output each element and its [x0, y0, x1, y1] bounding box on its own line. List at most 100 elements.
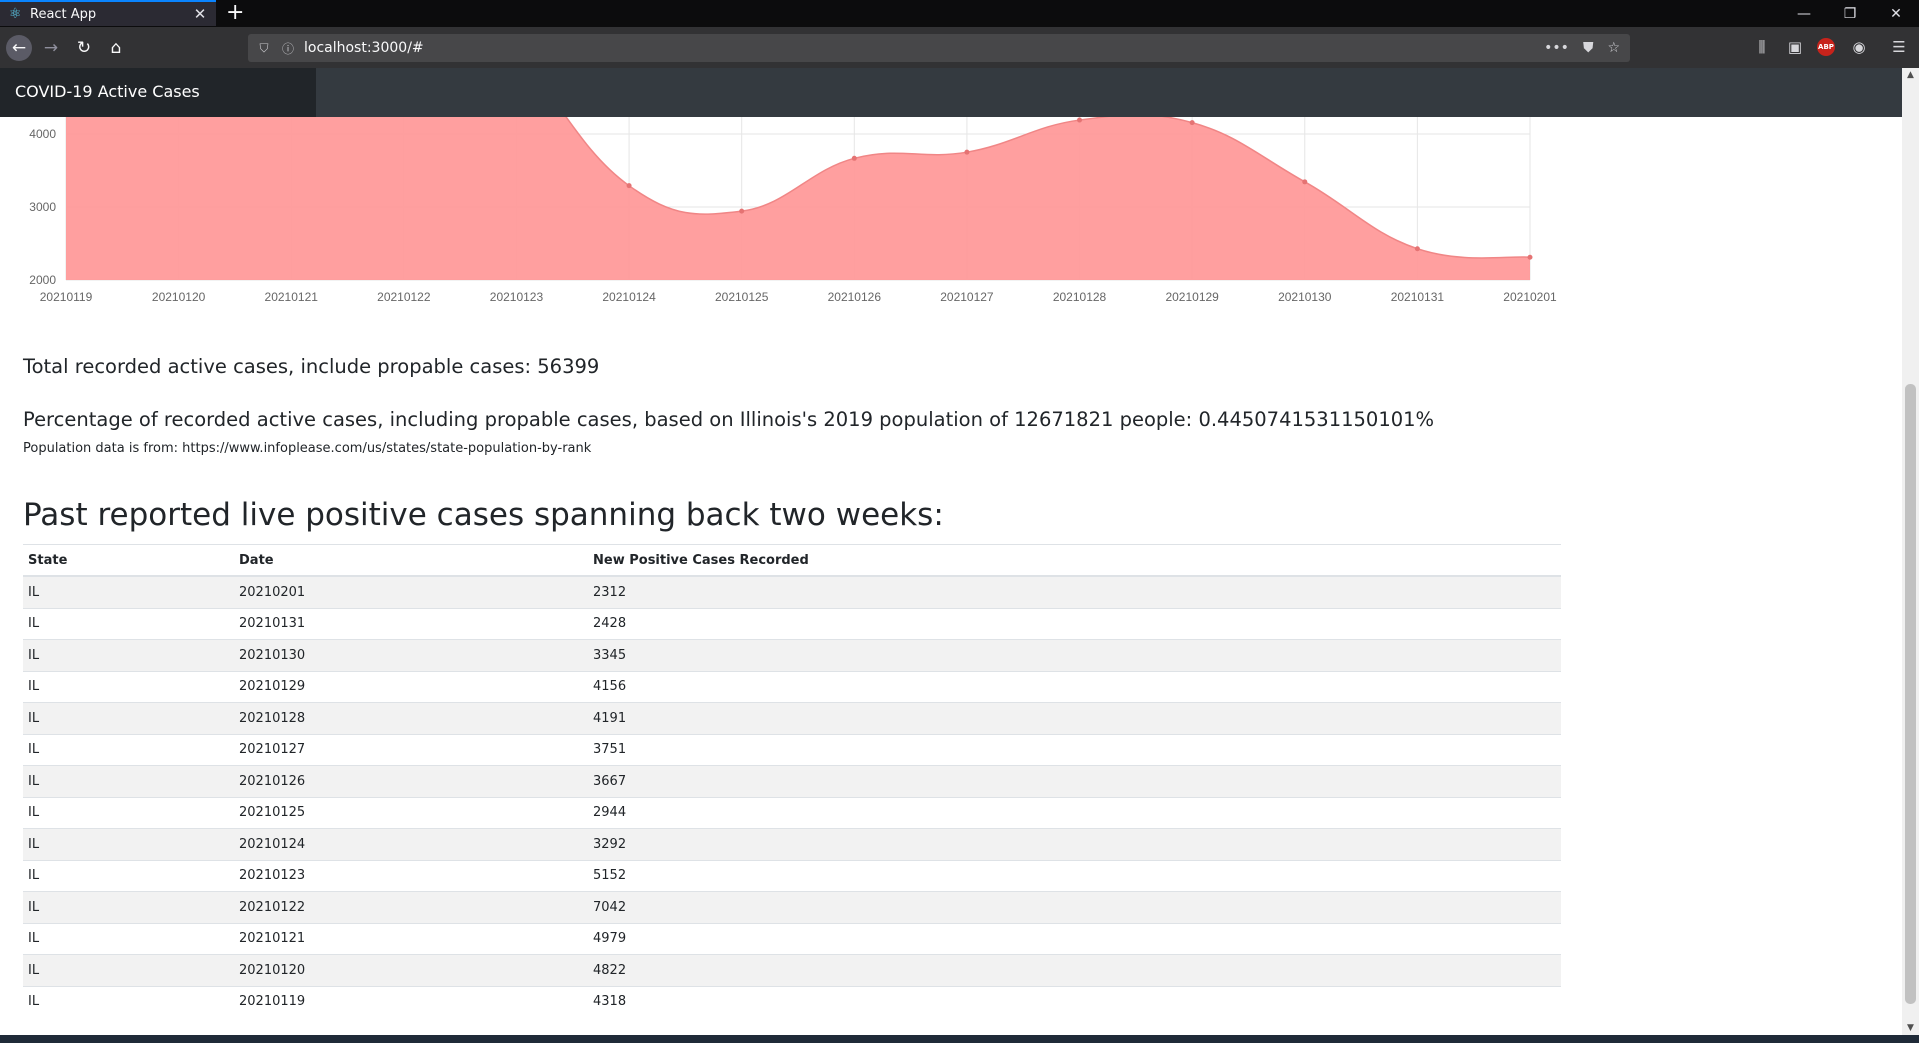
cell-new-cases: 3345 [588, 639, 1561, 671]
cell-date: 20210121 [234, 922, 588, 955]
y-tick-label: 4000 [29, 127, 56, 141]
total-cases-text: Total recorded active cases, include pro… [23, 355, 600, 378]
y-tick-label: 2000 [29, 273, 56, 287]
table-header-row: State Date New Positive Cases Recorded [23, 545, 1561, 577]
url-text[interactable]: localhost:3000/# [304, 40, 424, 56]
cell-state: IL [23, 828, 234, 860]
cell-date: 20210129 [234, 670, 588, 703]
cell-date: 20210120 [234, 954, 588, 986]
data-point[interactable] [1302, 179, 1308, 185]
x-tick-label: 20210119 [40, 290, 93, 304]
table-heading: Past reported live positive cases spanni… [23, 497, 944, 533]
table-row: IL 20210128 4191 [23, 702, 1561, 734]
cell-new-cases: 4318 [588, 985, 1561, 1017]
scroll-down-icon[interactable]: ▼ [1902, 1023, 1919, 1033]
new-tab-icon[interactable]: + [226, 1, 244, 25]
x-tick-label: 20210122 [377, 290, 431, 304]
page-actions-icon[interactable]: ••• [1544, 40, 1569, 56]
data-point[interactable] [1077, 117, 1083, 123]
menu-icon[interactable]: ☰ [1889, 37, 1909, 57]
browser-tab[interactable]: ⚛ React App ✕ [0, 0, 216, 26]
data-point[interactable] [851, 155, 857, 161]
cell-state: IL [23, 702, 234, 734]
close-tab-icon[interactable]: ✕ [192, 5, 208, 23]
data-point[interactable] [739, 208, 745, 214]
app-brand[interactable]: COVID-19 Active Cases [15, 82, 200, 101]
account-icon[interactable]: ◉ [1849, 37, 1869, 57]
pocket-icon[interactable]: ⛊ [1583, 40, 1594, 56]
cell-date: 20210130 [234, 639, 588, 671]
table-row: IL 20210120 4822 [23, 954, 1561, 986]
close-window-icon[interactable]: ✕ [1873, 0, 1919, 27]
url-bar[interactable]: ⛉ ⓘ localhost:3000/# ••• ⛊ ☆ [248, 34, 1630, 62]
active-cases-chart: 2000 3000 4000 20210119 20210120 20210121 2021… [29, 117, 1557, 304]
x-tick-label: 20210124 [602, 290, 656, 304]
population-source-note: Population data is from: https://www.inf… [23, 441, 592, 456]
cell-new-cases: 2312 [588, 575, 1561, 608]
cell-state: IL [23, 985, 234, 1017]
x-tick-label: 20210127 [940, 290, 994, 304]
column-header-state: State [23, 545, 234, 577]
table-row: IL 20210130 3345 [23, 639, 1561, 671]
scrollbar-thumb[interactable] [1905, 384, 1916, 1004]
cell-new-cases: 4979 [588, 922, 1561, 955]
cell-new-cases: 4156 [588, 670, 1561, 703]
data-point[interactable] [1414, 246, 1420, 252]
cell-new-cases: 2428 [588, 607, 1561, 640]
table-row: IL 20210126 3667 [23, 765, 1561, 797]
cell-new-cases: 7042 [588, 891, 1561, 923]
cell-date: 20210131 [234, 607, 588, 640]
shield-icon: ⛉ [259, 40, 269, 55]
back-icon[interactable]: ← [6, 35, 32, 61]
scroll-up-icon[interactable]: ▲ [1902, 70, 1919, 80]
app-navbar: COVID-19 Active Cases [0, 68, 1902, 117]
cell-state: IL [23, 891, 234, 923]
table-row: IL 20210119 4318 [23, 985, 1561, 1017]
home-icon[interactable]: ⌂ [103, 35, 129, 61]
y-tick-label: 3000 [29, 200, 56, 214]
data-point[interactable] [1189, 120, 1195, 126]
x-tick-label: 20210126 [828, 290, 882, 304]
cell-date: 20210124 [234, 828, 588, 860]
cases-table: State Date New Positive Cases Recorded I… [23, 545, 1561, 1017]
data-point[interactable] [626, 183, 632, 189]
percentage-text: Percentage of recorded active cases, inc… [23, 408, 1435, 431]
x-tick-label: 20210123 [490, 290, 544, 304]
x-tick-label: 20210129 [1165, 290, 1219, 304]
table-row: IL 20210121 4979 [23, 922, 1561, 955]
adblock-icon[interactable]: ABP [1816, 37, 1836, 57]
table-row: IL 20210127 3751 [23, 733, 1561, 766]
forward-icon[interactable]: → [38, 35, 64, 61]
cell-state: IL [23, 765, 234, 797]
data-point[interactable] [964, 149, 970, 155]
table-row: IL 20210201 2312 [23, 575, 1561, 608]
cell-new-cases: 2944 [588, 796, 1561, 829]
library-icon[interactable]: ⫼ [1752, 37, 1772, 57]
x-tick-label: 20210125 [715, 290, 769, 304]
column-header-date: Date [234, 545, 588, 577]
sidebar-icon[interactable]: ▣ [1785, 37, 1805, 57]
adblock-label: ABP [1817, 38, 1835, 56]
tab-title: React App [30, 6, 97, 22]
cell-state: IL [23, 922, 234, 955]
minimize-icon[interactable]: — [1781, 0, 1827, 27]
x-tick-label: 20210130 [1278, 290, 1332, 304]
table-row: IL 20210124 3292 [23, 828, 1561, 860]
vertical-scrollbar[interactable]: ▲ ▼ [1902, 68, 1919, 1035]
cell-date: 20210123 [234, 859, 588, 892]
cell-state: IL [23, 575, 234, 608]
reload-icon[interactable]: ↻ [71, 35, 97, 61]
restore-icon[interactable]: ❐ [1827, 0, 1873, 27]
cell-state: IL [23, 670, 234, 703]
cell-new-cases: 4191 [588, 702, 1561, 734]
bookmark-star-icon[interactable]: ☆ [1607, 40, 1620, 56]
info-icon[interactable]: ⓘ [280, 40, 296, 57]
cell-new-cases: 3667 [588, 765, 1561, 797]
x-tick-label: 20210201 [1503, 290, 1557, 304]
data-point[interactable] [1527, 254, 1533, 260]
cell-date: 20210119 [234, 985, 588, 1017]
table-row: IL 20210129 4156 [23, 670, 1561, 703]
cell-date: 20210128 [234, 702, 588, 734]
cell-date: 20210201 [234, 575, 588, 608]
cell-state: IL [23, 954, 234, 986]
